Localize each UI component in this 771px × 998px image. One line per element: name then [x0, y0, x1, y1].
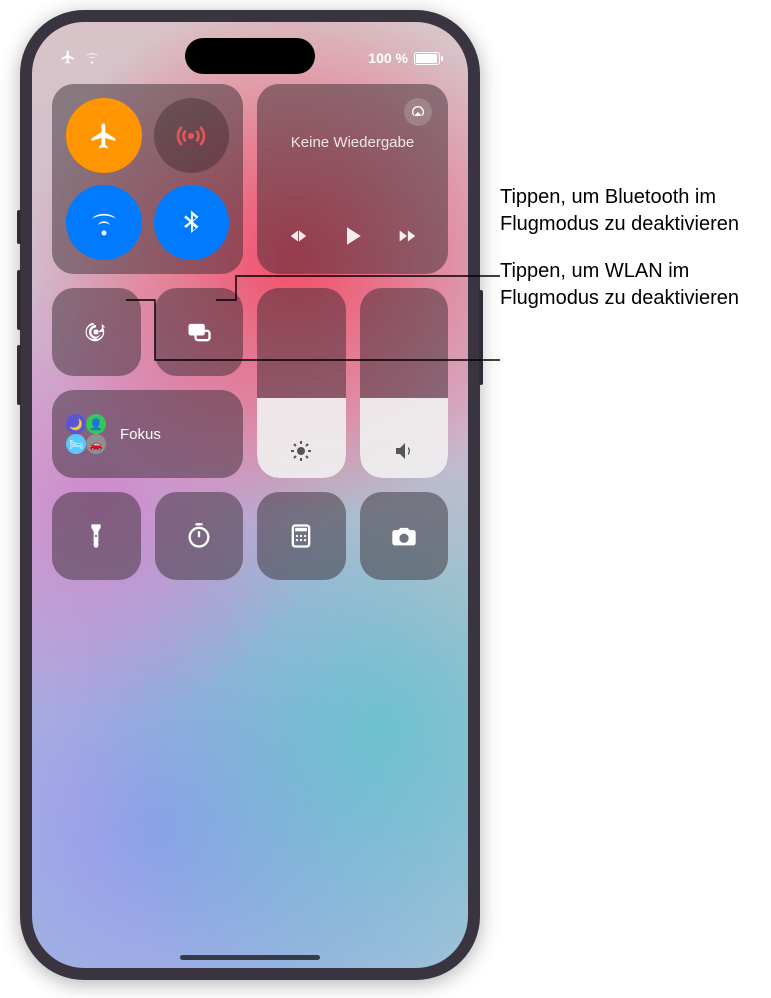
brightness-slider[interactable] [257, 288, 346, 478]
side-button-power [479, 290, 483, 385]
moon-icon: 🌙 [66, 414, 86, 434]
volume-icon [392, 439, 416, 468]
camera-button[interactable] [360, 492, 449, 580]
rewind-icon[interactable] [287, 225, 309, 252]
calculator-button[interactable] [257, 492, 346, 580]
volume-slider[interactable] [360, 288, 449, 478]
callout-wifi: Tippen, um WLAN im Flugmodus zu deaktivi… [500, 258, 760, 312]
flashlight-button[interactable] [52, 492, 141, 580]
screen-mirroring-toggle[interactable] [155, 288, 244, 376]
focus-icons: 🌙 👤 🛏 🚗 [66, 412, 110, 456]
side-button-silent [17, 210, 21, 244]
callout-bluetooth: Tippen, um Bluetooth im Flugmodus zu dea… [500, 184, 760, 238]
airplane-status-icon [60, 49, 76, 68]
person-icon: 👤 [86, 414, 106, 434]
airplane-mode-toggle[interactable] [66, 98, 142, 173]
wifi-toggle[interactable] [66, 185, 142, 260]
connectivity-panel[interactable] [52, 84, 243, 274]
battery-percent: 100 % [368, 50, 408, 66]
timer-button[interactable] [155, 492, 244, 580]
control-center: Keine Wiedergabe 🌙 👤 🛏 [52, 84, 448, 580]
cellular-data-toggle[interactable] [154, 98, 230, 173]
play-icon[interactable] [337, 221, 367, 256]
focus-label: Fokus [120, 426, 161, 443]
airplay-icon[interactable] [404, 98, 432, 126]
side-button-volume-down [17, 345, 21, 405]
focus-toggle[interactable]: 🌙 👤 🛏 🚗 Fokus [52, 390, 243, 478]
side-button-volume-up [17, 270, 21, 330]
rotation-lock-toggle[interactable] [52, 288, 141, 376]
brightness-icon [289, 439, 313, 468]
bluetooth-toggle[interactable] [154, 185, 230, 260]
media-panel[interactable]: Keine Wiedergabe [257, 84, 448, 274]
screen: 100 % [32, 22, 468, 968]
car-icon: 🚗 [86, 434, 106, 454]
media-title: Keine Wiedergabe [273, 134, 432, 151]
wifi-status-icon [84, 49, 100, 68]
home-indicator[interactable] [180, 955, 320, 960]
bed-icon: 🛏 [66, 434, 86, 454]
battery-icon [414, 52, 440, 65]
callouts: Tippen, um Bluetooth im Flugmodus zu dea… [500, 184, 760, 332]
phone-frame: 100 % [20, 10, 480, 980]
dynamic-island [185, 38, 315, 74]
forward-icon[interactable] [396, 225, 418, 252]
